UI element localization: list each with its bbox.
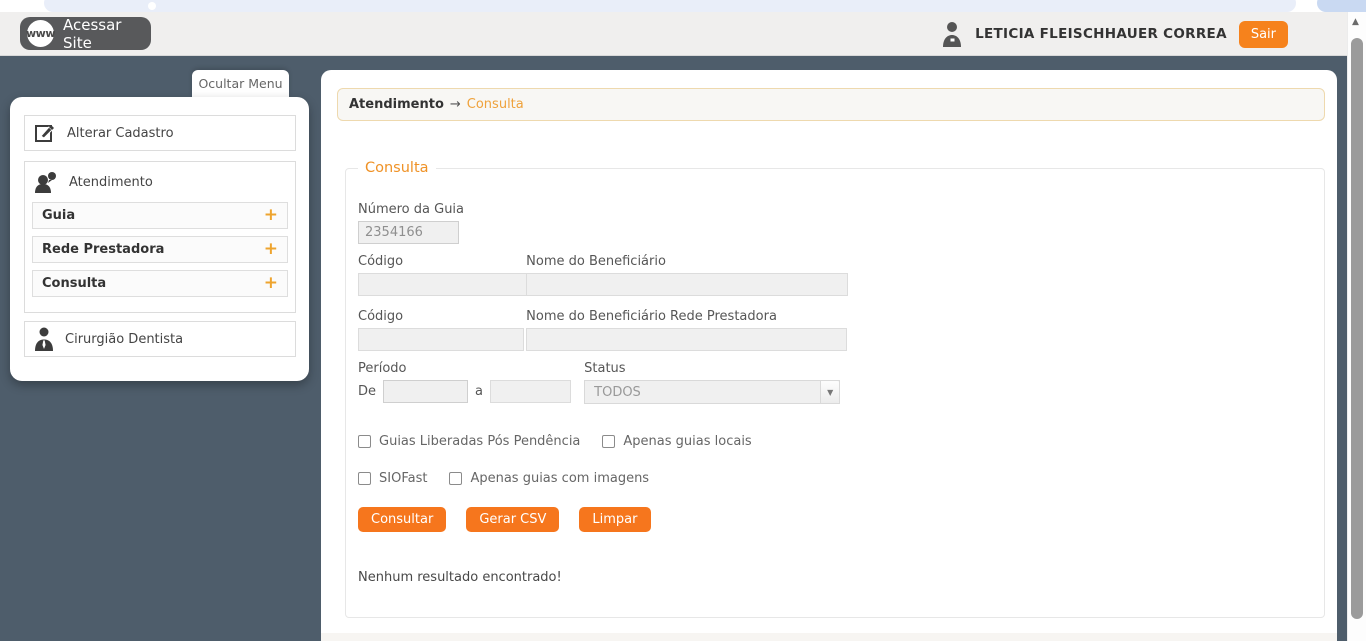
numero-guia-input[interactable] (358, 221, 459, 244)
plus-icon[interactable]: + (264, 207, 278, 224)
sidebar-group-atendimento: Atendimento Guia + Rede Prestadora + Con… (24, 161, 296, 313)
scrollbar-thumb[interactable] (1351, 38, 1363, 619)
www-icon: www (26, 20, 56, 47)
nome-beneficiario-input[interactable] (526, 273, 849, 296)
breadcrumb-section: Atendimento (349, 97, 444, 112)
siofast-label: SIOFast (379, 471, 428, 486)
sidebar-item-guia[interactable]: Guia + (32, 202, 288, 229)
access-site-label: Acessar Site (63, 15, 122, 52)
edit-icon (34, 122, 56, 144)
sidebar-item-atendimento[interactable]: Atendimento (25, 162, 295, 202)
nome-rede-label: Nome do Beneficiário Rede Prestadora (526, 309, 777, 324)
browser-profile-fragment (1317, 0, 1366, 12)
logged-user-name: LETICIA FLEISCHHAUER CORREA (975, 26, 1227, 42)
periodo-status-row: Período De a Status TODOS ▼ (358, 361, 841, 404)
top-header: www Acessar Site LETICIA FLEISCHHAUER CO… (0, 12, 1347, 56)
siofast-checkbox[interactable] (358, 472, 371, 485)
sidebar-item-label: Cirurgião Dentista (65, 331, 184, 347)
apenas-guias-imagens-checkbox[interactable] (449, 472, 463, 485)
checkbox-row-1: Guias Liberadas Pós Pendência Apenas gui… (358, 434, 766, 449)
breadcrumb: Atendimento → Consulta (337, 88, 1325, 121)
checkbox-row-2: SIOFast Apenas guias com imagens (358, 471, 663, 486)
sidebar-item-cirurgiao-dentista[interactable]: Cirurgião Dentista (24, 321, 296, 357)
dentist-icon (34, 327, 54, 351)
breadcrumb-arrow-icon: → (449, 97, 461, 112)
status-label: Status (584, 361, 626, 376)
nome-rede-input[interactable] (526, 328, 848, 351)
codigo-rede-label: Código (358, 309, 404, 324)
favicon-dot (148, 2, 156, 10)
periodo-a-label: a (475, 384, 483, 399)
address-bar-fragment (44, 0, 1296, 12)
breadcrumb-current[interactable]: Consulta (467, 97, 524, 112)
accordion-label: Guia (42, 208, 76, 223)
page-scrollbar[interactable]: ▲ (1347, 12, 1366, 641)
consulta-fieldset: Consulta Número da Guia Código Nome do B… (345, 160, 1325, 618)
status-select[interactable]: TODOS ▼ (584, 380, 841, 404)
sidebar-item-alterar-cadastro[interactable]: Alterar Cadastro (24, 115, 296, 151)
apenas-guias-locais-label: Apenas guias locais (623, 434, 752, 449)
sidebar-item-label: Alterar Cadastro (67, 125, 174, 141)
result-message: Nenhum resultado encontrado! (358, 570, 562, 585)
user-area: LETICIA FLEISCHHAUER CORREA Sair (941, 12, 1288, 56)
logout-button[interactable]: Sair (1238, 20, 1288, 48)
hide-menu-tab[interactable]: Ocultar Menu (192, 70, 289, 97)
periodo-de-label: De (358, 384, 377, 399)
plus-icon[interactable]: + (264, 275, 278, 292)
guias-liberadas-label: Guias Liberadas Pós Pendência (379, 434, 581, 449)
accordion-label: Rede Prestadora (42, 242, 165, 257)
user-icon (941, 21, 963, 47)
status-selected-value: TODOS (594, 384, 641, 400)
periodo-label: Período (358, 361, 407, 376)
limpar-button[interactable]: Limpar (579, 507, 651, 532)
apenas-guias-imagens-label: Apenas guias com imagens (470, 471, 650, 486)
codigo-label: Código (358, 254, 404, 269)
action-buttons: Consultar Gerar CSV Limpar (358, 507, 651, 532)
main-content-panel: Atendimento → Consulta Consulta Número d… (321, 70, 1337, 641)
fieldset-legend: Consulta (365, 160, 429, 176)
people-icon (34, 171, 58, 193)
nome-beneficiario-label: Nome do Beneficiário (526, 254, 666, 269)
numero-guia-group: Número da Guia (358, 202, 464, 244)
app-body: Ocultar Menu Alterar Cadastro Atendiment… (0, 56, 1347, 641)
sidebar-item-consulta[interactable]: Consulta + (32, 270, 288, 297)
beneficiario-row: Código Nome do Beneficiário (358, 254, 849, 296)
chevron-down-icon[interactable]: ▼ (820, 381, 840, 403)
codigo-rede-input[interactable] (358, 328, 524, 351)
codigo-beneficiario-input[interactable] (358, 273, 528, 296)
sidebar-menu-panel: Alterar Cadastro Atendimento Guia + Rede… (10, 97, 309, 381)
gerar-csv-button[interactable]: Gerar CSV (466, 507, 560, 532)
sidebar-item-rede-prestadora[interactable]: Rede Prestadora + (32, 236, 288, 263)
rede-prestadora-row: Código Nome do Beneficiário Rede Prestad… (358, 309, 848, 351)
plus-icon[interactable]: + (264, 241, 278, 258)
apenas-guias-locais-checkbox[interactable] (602, 435, 616, 448)
periodo-de-input[interactable] (383, 380, 469, 403)
periodo-a-input[interactable] (489, 380, 571, 403)
access-site-button[interactable]: www Acessar Site (20, 15, 151, 52)
browser-chrome-strip (0, 0, 1366, 12)
numero-guia-label: Número da Guia (358, 202, 465, 217)
panel-bottom-strip (321, 633, 1337, 641)
consultar-button[interactable]: Consultar (358, 507, 447, 532)
sidebar-group-label: Atendimento (69, 174, 153, 190)
accordion-label: Consulta (42, 276, 107, 291)
scrollbar-up-arrow-icon[interactable]: ▲ (1352, 17, 1359, 27)
guias-liberadas-checkbox[interactable] (358, 435, 371, 448)
